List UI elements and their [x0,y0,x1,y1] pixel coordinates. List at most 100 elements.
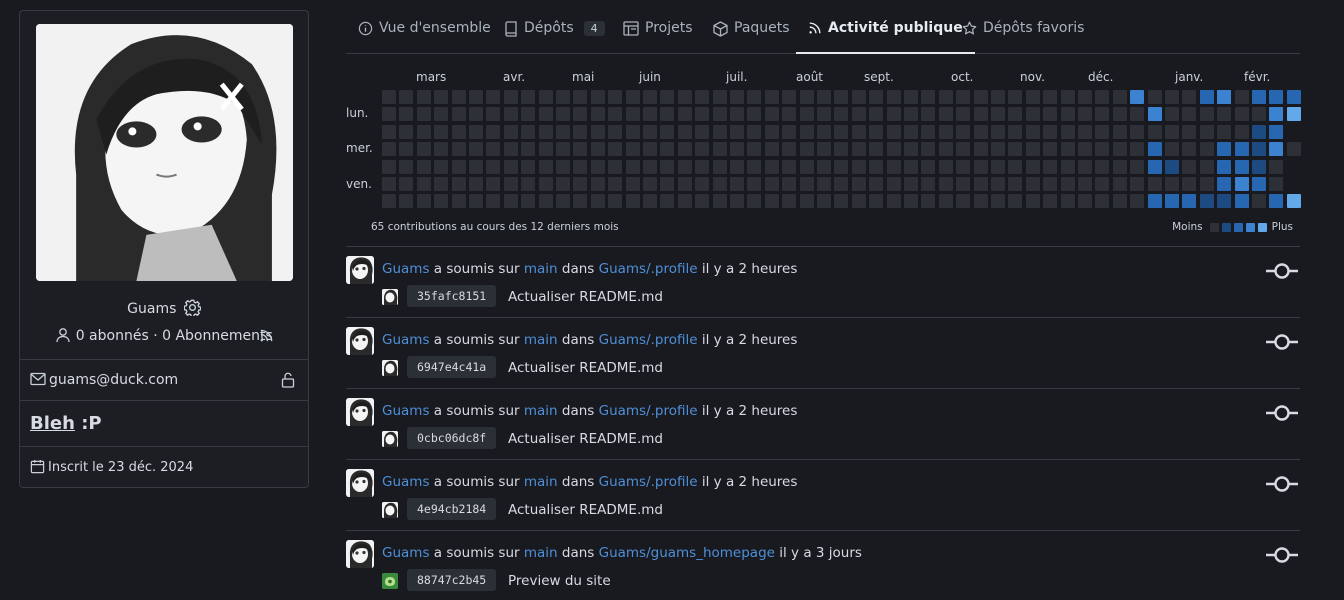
heatmap-cell[interactable] [747,107,762,122]
committer-avatar[interactable] [382,431,398,447]
heatmap-cell[interactable] [451,107,466,122]
heatmap-cell[interactable] [1025,107,1040,122]
heatmap-cell[interactable] [486,194,501,209]
heatmap-cell[interactable] [677,142,692,157]
heatmap-cell-active[interactable] [1234,159,1249,174]
heatmap-cell[interactable] [1252,159,1266,174]
heatmap-cell[interactable] [904,142,918,157]
heatmap-cell[interactable] [764,124,779,139]
heatmap-cell-active[interactable] [1269,90,1284,104]
heatmap-cell[interactable] [1252,107,1266,122]
heatmap-cell-active[interactable] [1165,159,1179,174]
heatmap-cell[interactable] [1199,142,1214,157]
committer-avatar[interactable] [382,360,398,376]
heatmap-cell[interactable] [643,159,657,174]
heatmap-cell[interactable] [764,107,779,122]
heatmap-cell[interactable] [556,194,570,209]
heatmap-cell[interactable] [834,107,849,122]
heatmap-cell-active[interactable] [1217,194,1232,209]
heatmap-cell[interactable] [608,177,623,191]
heatmap-cell[interactable] [817,90,831,104]
heatmap-cell[interactable] [1199,124,1214,139]
heatmap-cell[interactable] [625,194,640,209]
user-link[interactable]: Guams [382,545,429,561]
commit-sha-link[interactable]: 35fafc8151 [407,285,497,307]
heatmap-cell[interactable] [1147,177,1162,191]
heatmap-cell[interactable] [869,177,884,191]
heatmap-cell[interactable] [991,124,1005,139]
heatmap-cell[interactable] [643,194,657,209]
heatmap-cell[interactable] [1112,159,1127,174]
unlock-icon[interactable] [281,372,298,390]
heatmap-cell[interactable] [677,159,692,174]
heatmap-cell[interactable] [660,142,675,157]
heatmap-cell[interactable] [521,177,536,191]
heatmap-cell[interactable] [851,177,866,191]
heatmap-cell[interactable] [1130,194,1145,209]
heatmap-cell[interactable] [434,159,449,174]
heatmap-cell[interactable] [938,107,953,122]
heatmap-cell[interactable] [1025,159,1040,174]
heatmap-cell-active[interactable] [1147,194,1162,209]
heatmap-cell[interactable] [1008,177,1023,191]
heatmap-cell-active[interactable] [1269,194,1284,209]
heatmap-cell[interactable] [486,142,501,157]
heatmap-cell[interactable] [938,124,953,139]
heatmap-cell[interactable] [643,177,657,191]
user-link[interactable]: Guams [382,332,429,348]
heatmap-cell[interactable] [1147,124,1162,139]
heatmap-cell[interactable] [1078,177,1092,191]
heatmap-cell[interactable] [886,159,901,174]
heatmap-cell[interactable] [538,107,553,122]
heatmap-cell[interactable] [1217,107,1232,122]
heatmap-cell[interactable] [1095,194,1110,209]
heatmap-cell[interactable] [712,90,727,104]
heatmap-cell-active[interactable] [1165,194,1179,209]
heatmap-cell[interactable] [1043,124,1058,139]
heatmap-cell[interactable] [1043,177,1058,191]
heatmap-cell[interactable] [451,159,466,174]
heatmap-cell[interactable] [416,107,431,122]
heatmap-cell-active[interactable] [1182,194,1197,209]
heatmap-cell[interactable] [938,142,953,157]
heatmap-cell[interactable] [1130,107,1145,122]
heatmap-cell[interactable] [730,142,744,157]
heatmap-cell[interactable] [921,177,936,191]
heatmap-cell[interactable] [973,194,988,209]
heatmap-cell[interactable] [469,107,483,122]
heatmap-cell[interactable] [643,107,657,122]
heatmap-cell[interactable] [399,124,414,139]
heatmap-cell[interactable] [1008,142,1023,157]
heatmap-cell[interactable] [608,142,623,157]
heatmap-cell-active[interactable] [1269,124,1284,139]
heatmap-cell[interactable] [851,194,866,209]
heatmap-cell[interactable] [469,194,483,209]
heatmap-cell[interactable] [1043,90,1058,104]
user-link[interactable]: Guams [382,403,429,419]
heatmap-cell[interactable] [834,124,849,139]
heatmap-cell[interactable] [869,142,884,157]
heatmap-cell[interactable] [416,159,431,174]
heatmap-cell[interactable] [1060,90,1075,104]
committer-avatar-bot[interactable] [382,573,398,589]
heatmap-cell[interactable] [747,177,762,191]
heatmap-cell[interactable] [1252,124,1266,139]
heatmap-cell-active[interactable] [1286,194,1301,209]
heatmap-cell[interactable] [1252,194,1266,209]
heatmap-cell[interactable] [817,142,831,157]
heatmap-cell[interactable] [1060,159,1075,174]
heatmap-cell[interactable] [817,159,831,174]
heatmap-cell[interactable] [538,159,553,174]
heatmap-cell[interactable] [556,107,570,122]
heatmap-cell[interactable] [799,159,814,174]
heatmap-cell[interactable] [503,177,518,191]
heatmap-cell[interactable] [869,107,884,122]
heatmap-cell[interactable] [1008,124,1023,139]
heatmap-cell[interactable] [677,124,692,139]
user-link[interactable]: Guams [382,474,429,490]
heatmap-cell[interactable] [1060,142,1075,157]
heatmap-cell[interactable] [1199,159,1214,174]
heatmap-cell[interactable] [712,124,727,139]
heatmap-cell[interactable] [573,90,588,104]
heatmap-cell[interactable] [834,90,849,104]
